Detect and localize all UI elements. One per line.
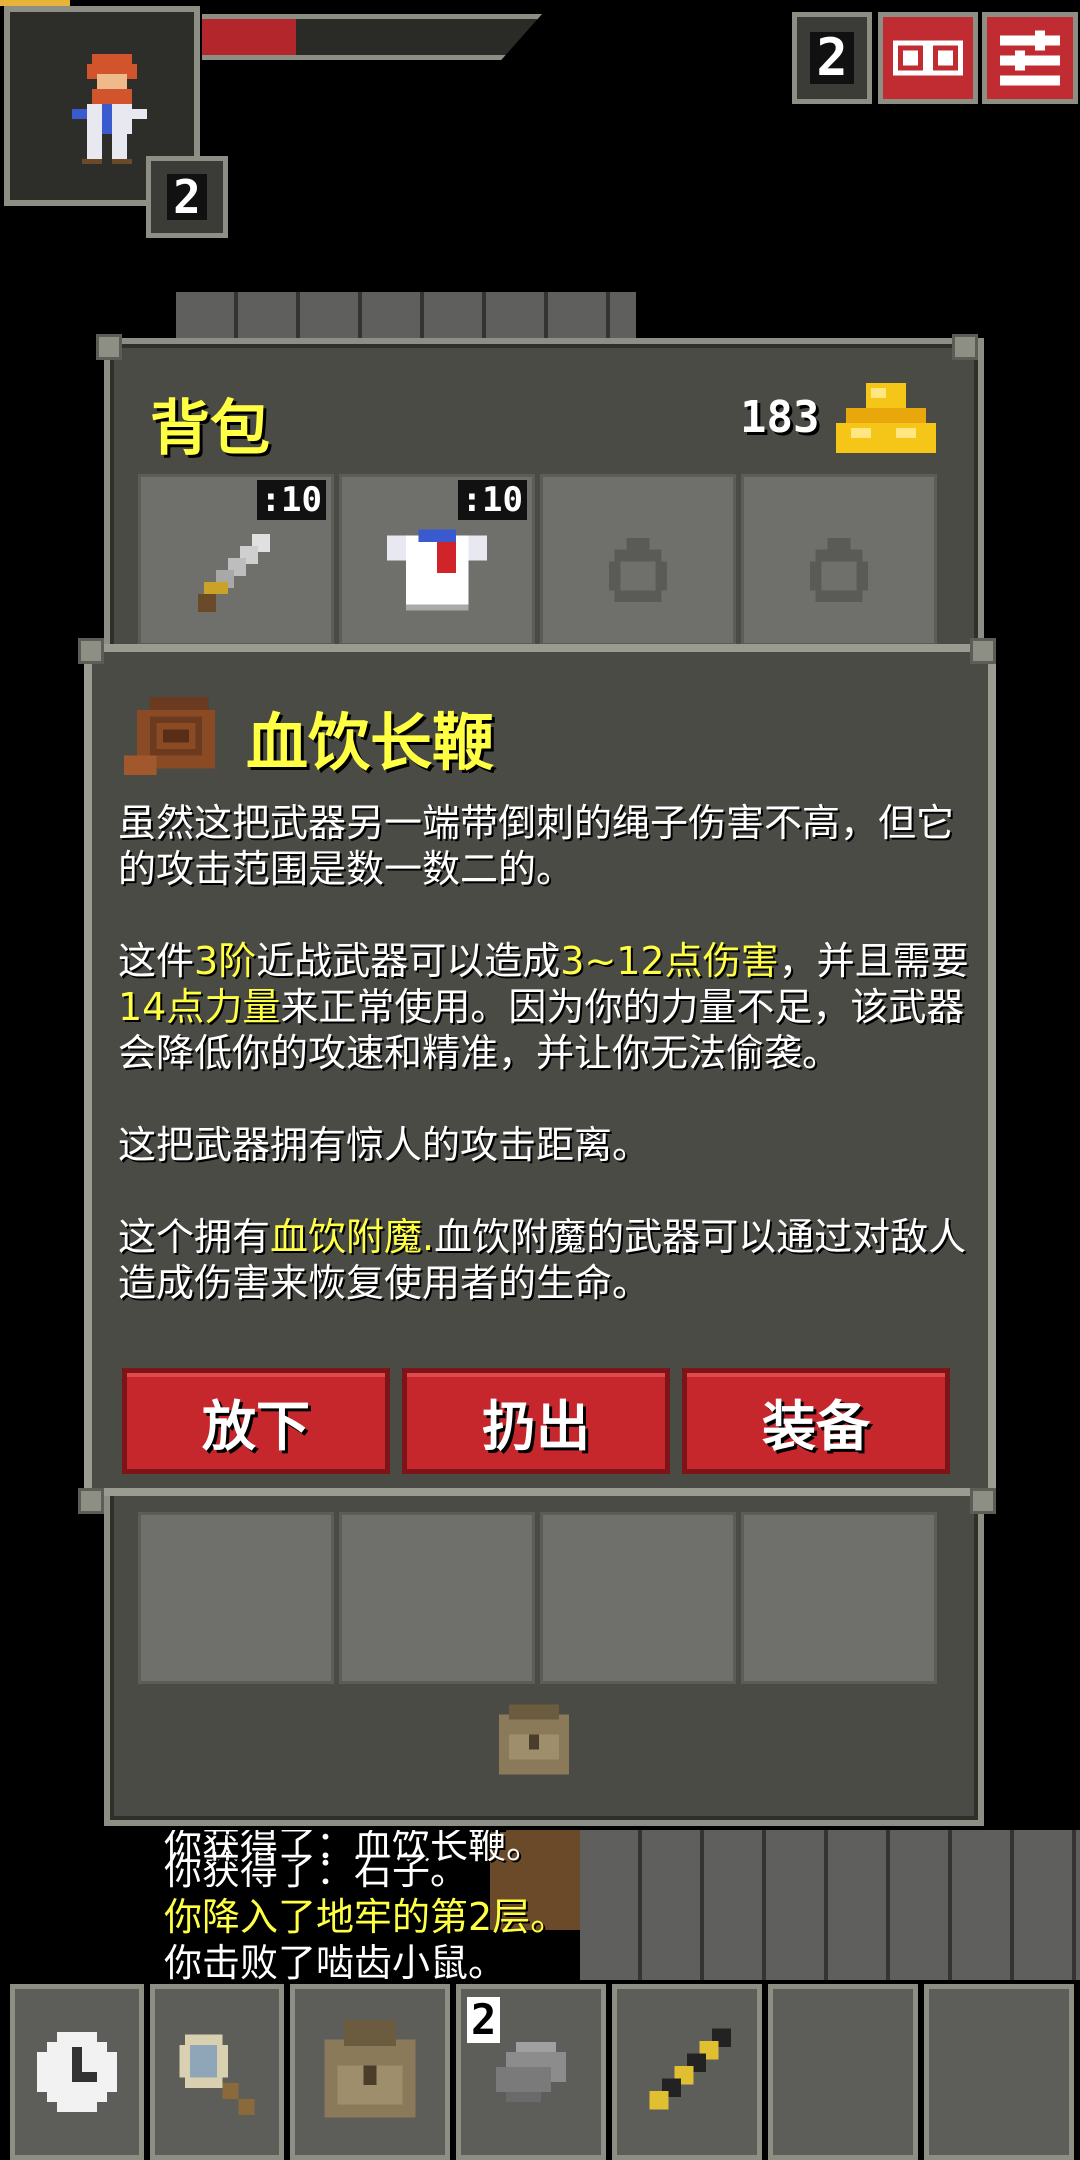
sword-icon [198,534,270,612]
throw-button[interactable]: 扔出 [402,1368,670,1474]
quickslot-4[interactable] [924,1984,1074,2160]
whip-icon [124,697,215,775]
dungeon-wall [176,292,636,338]
quickslot-1[interactable]: 2 [456,1984,606,2160]
log-line: 你击败了啮齿小鼠。 [164,1941,507,1985]
clock-icon [37,2032,117,2112]
journal-icon [893,40,963,76]
gold-pile-icon [836,383,936,453]
dungeon-wall [580,1830,1080,1980]
magnifier-icon [179,2034,255,2115]
backpack-slot[interactable] [138,1512,334,1684]
dungeon-depth-indicator: 2 [792,12,872,104]
hero-level-badge: 2 [146,156,228,238]
panel-corner [970,638,996,664]
panel-corner [78,638,104,664]
health-bar [202,14,542,60]
item-name: 血饮长鞭 [246,706,495,779]
hero-avatar-icon [72,54,147,164]
desc-enchantment: 血饮附魔. [270,1215,435,1259]
item-description: 虽然这把武器另一端带倒刺的绳子伤害不高，但它的攻击范围是数一数二的。 这件3阶近… [118,800,978,1306]
empty-ring-slot-icon [809,538,869,602]
menu-button[interactable] [982,12,1078,104]
gold-count: 183 [740,392,820,443]
journal-button[interactable] [878,12,978,104]
hero-level-value: 2 [167,174,207,220]
panel-corner [970,1488,996,1514]
wand-icon [649,2028,731,2110]
wait-button[interactable] [10,1984,144,2160]
desc-text: 近战武器可以造成 [256,939,561,983]
backpack-slot[interactable] [339,1512,535,1684]
desc-text: 这件 [118,939,195,983]
cloth-armor-icon [387,529,487,611]
armor-slot[interactable]: :10 [339,474,535,646]
quickslot-count: 2 [467,1997,501,2043]
desc-tier: 3阶 [194,939,257,983]
desc-paragraph-1: 虽然这把武器另一端带倒刺的绳子伤害不高，但它的攻击范围是数一数二的。 [118,801,955,891]
panel-corner [952,334,978,360]
depth-value: 2 [810,32,854,84]
bag-tab[interactable] [494,1704,574,1784]
backpack-slot[interactable] [741,1512,937,1684]
desc-text: ，并且需要 [778,939,969,983]
ring-slot[interactable] [741,474,937,646]
menu-icon [1000,30,1060,86]
backpack-slot[interactable] [540,1512,736,1684]
panel-corner [78,1488,104,1514]
quickslot-2[interactable] [612,1984,762,2160]
health-bar-fill [202,19,296,55]
quickslot-3[interactable] [768,1984,918,2160]
inventory-button[interactable] [290,1984,450,2160]
slot-upgrade-badge: :10 [457,480,527,520]
panel-corner [96,334,122,360]
ring-slot[interactable] [540,474,736,646]
drop-button[interactable]: 放下 [122,1368,390,1474]
backpack-icon [324,2020,416,2118]
backpack-icon [499,1704,569,1775]
equip-button[interactable]: 装备 [682,1368,950,1474]
desc-strength: 14点力量 [118,985,281,1029]
slot-upgrade-badge: :10 [256,480,326,520]
stone-icon [496,2042,566,2102]
weapon-slot[interactable]: :10 [138,474,334,646]
empty-ring-slot-icon [608,538,668,602]
backpack-title: 背包 [150,394,270,464]
desc-text: 这个拥有 [118,1215,271,1259]
desc-paragraph-3: 这把武器拥有惊人的攻击距离。 [118,1123,651,1167]
desc-damage: 3~12点伤害 [560,939,779,983]
search-button[interactable] [150,1984,284,2160]
